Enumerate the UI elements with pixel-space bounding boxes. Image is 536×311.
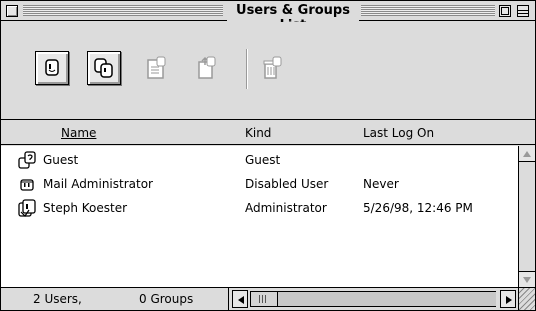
open-button[interactable] [139, 51, 173, 85]
vertical-scrollbar[interactable] [518, 146, 535, 287]
row-name: Mail Administrator [43, 177, 153, 191]
administrator-icon [17, 198, 37, 218]
row-last-log-on: Never [363, 177, 399, 191]
column-header-name[interactable]: Name [61, 126, 96, 140]
scroll-down-arrow[interactable] [519, 271, 535, 287]
users-groups-window: Users & Groups List [0, 0, 536, 311]
collapse-box-button[interactable] [517, 5, 529, 17]
zoom-box-button[interactable] [499, 5, 511, 17]
status-user-count: 2 Users, [33, 292, 82, 306]
row-name: Steph Koester [43, 201, 128, 215]
status-group-count: 0 Groups [139, 292, 194, 306]
bottom-bar: 2 Users, 0 Groups [1, 287, 535, 310]
users-list: Guest Guest Mail Administrator Disabled … [1, 146, 518, 287]
open-document-icon [147, 56, 166, 79]
up-arrow-icon [523, 151, 531, 157]
down-arrow-icon [523, 277, 531, 283]
row-last-log-on: 5/26/98, 12:46 PM [363, 201, 473, 215]
disabled-user-icon [17, 174, 37, 194]
column-header-kind[interactable]: Kind [245, 126, 271, 140]
new-user-button[interactable] [35, 51, 69, 85]
scroll-left-arrow[interactable] [232, 290, 248, 308]
duplicate-button[interactable] [189, 51, 223, 85]
status-area: 2 Users, 0 Groups [1, 288, 229, 310]
list-row-mail-administrator[interactable]: Mail Administrator Disabled User Never [1, 172, 518, 196]
left-arrow-icon [238, 296, 244, 304]
horizontal-scroll-track[interactable] [278, 291, 496, 307]
title-bar-stripes-left [23, 5, 223, 16]
right-arrow-icon [506, 296, 512, 304]
column-header-last-log-on[interactable]: Last Log On [363, 126, 434, 140]
horizontal-scroll-thumb[interactable] [250, 291, 278, 307]
duplicate-icon [198, 56, 216, 79]
delete-button[interactable] [255, 51, 289, 85]
guest-icon [17, 150, 37, 170]
close-box-button[interactable] [6, 5, 18, 17]
column-headers: Name Kind Last Log On [1, 121, 535, 145]
list-row-guest[interactable]: Guest Guest [1, 148, 518, 172]
horizontal-scrollbar[interactable] [230, 288, 518, 310]
row-kind: Administrator [245, 201, 327, 215]
new-group-icon [94, 58, 113, 78]
list-row-steph-koester[interactable]: Steph Koester Administrator 5/26/98, 12:… [1, 196, 518, 220]
scroll-right-arrow[interactable] [500, 290, 516, 308]
row-name: Guest [43, 153, 79, 167]
title-bar[interactable]: Users & Groups List [1, 1, 535, 33]
trash-icon [263, 56, 282, 79]
toolbar-divider [246, 49, 248, 89]
row-kind: Guest [245, 153, 281, 167]
resize-grow-box[interactable] [518, 288, 535, 310]
toolbar [1, 22, 535, 120]
row-kind: Disabled User [245, 177, 329, 191]
new-group-button[interactable] [87, 51, 121, 85]
title-bar-stripes-right [361, 5, 495, 16]
scroll-up-arrow[interactable] [519, 146, 535, 162]
new-user-icon [45, 59, 59, 76]
